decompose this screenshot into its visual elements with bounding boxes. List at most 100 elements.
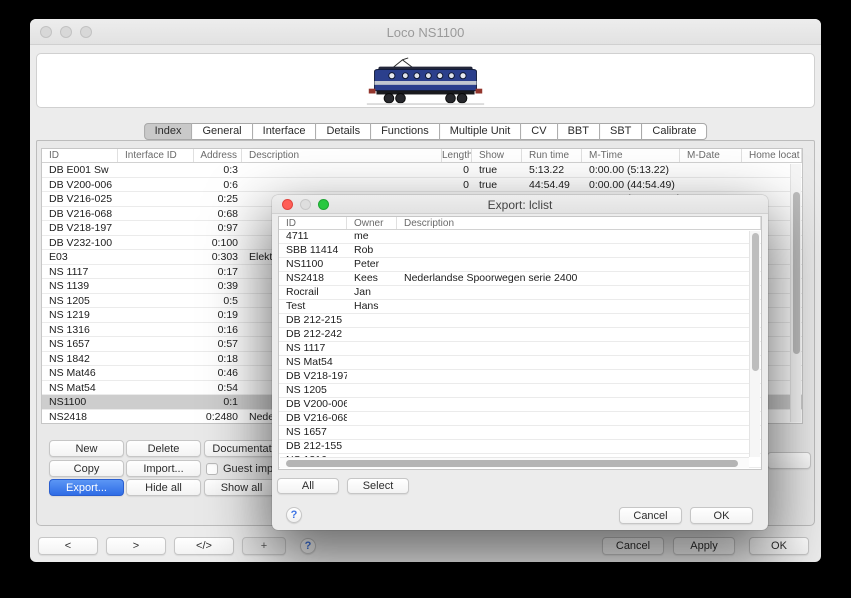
- table-row[interactable]: DB 212-155: [279, 440, 761, 454]
- table-row[interactable]: NS 1117: [279, 342, 761, 356]
- table-cell: NS 1219: [42, 308, 118, 322]
- hide-all-button[interactable]: Hide all: [126, 479, 201, 496]
- table-cell: [347, 356, 397, 369]
- column-header[interactable]: Run time: [522, 149, 582, 162]
- table-row[interactable]: RocrailJan: [279, 286, 761, 300]
- select-button[interactable]: Select: [347, 478, 409, 494]
- export-table-header: IDOwnerDescription: [279, 217, 761, 230]
- dialog-hscrollbar[interactable]: [280, 457, 749, 468]
- column-header[interactable]: Home locat: [742, 149, 802, 162]
- prev-loco-button[interactable]: <: [38, 537, 98, 555]
- dialog-vscrollbar[interactable]: [749, 231, 760, 457]
- main-apply-button[interactable]: Apply: [673, 537, 735, 555]
- column-header[interactable]: Interface ID: [118, 149, 194, 162]
- guest-import-checkbox[interactable]: [206, 463, 218, 475]
- table-row[interactable]: NS 1205: [279, 384, 761, 398]
- tab-functions[interactable]: Functions: [370, 123, 440, 140]
- table-row[interactable]: 4711me: [279, 230, 761, 244]
- loco-table-vscrollbar[interactable]: [790, 164, 801, 422]
- dialog-vscroll-thumb[interactable]: [752, 233, 759, 371]
- show-all-button[interactable]: Show all: [204, 479, 279, 496]
- new-button[interactable]: New: [49, 440, 124, 457]
- main-titlebar[interactable]: Loco NS1100: [30, 19, 821, 45]
- table-row[interactable]: NS Mat54: [279, 356, 761, 370]
- table-row[interactable]: DB E001 Sw0:30true5:13.220:00.00 (5:13.2…: [42, 163, 802, 178]
- column-header[interactable]: Show: [472, 149, 522, 162]
- next-loco-button[interactable]: >: [106, 537, 166, 555]
- table-cell: [397, 258, 761, 271]
- tab-general[interactable]: General: [191, 123, 252, 140]
- tab-multiple-unit[interactable]: Multiple Unit: [439, 123, 522, 140]
- select-all-button[interactable]: All: [277, 478, 339, 494]
- table-cell: 0:100: [194, 236, 242, 250]
- table-cell: [118, 410, 194, 424]
- table-row[interactable]: NS1100Peter: [279, 258, 761, 272]
- dialog-titlebar[interactable]: Export: lclist: [272, 195, 768, 214]
- tab-index[interactable]: Index: [144, 123, 193, 140]
- main-ok-button[interactable]: OK: [749, 537, 809, 555]
- add-button[interactable]: +: [242, 537, 286, 555]
- table-row[interactable]: SBB 11414Rob: [279, 244, 761, 258]
- table-cell: 0: [442, 178, 472, 192]
- table-cell: DB E001 Sw: [42, 163, 118, 177]
- table-cell: [242, 163, 442, 177]
- window-title: Loco NS1100: [30, 25, 821, 40]
- table-row[interactable]: DB V200-006: [279, 398, 761, 412]
- table-cell: NS Mat54: [279, 356, 347, 369]
- obscured-button[interactable]: [767, 452, 811, 469]
- table-cell: [118, 192, 194, 206]
- main-cancel-button[interactable]: Cancel: [602, 537, 664, 555]
- import-button[interactable]: Import...: [126, 460, 201, 477]
- table-cell: Hans: [347, 300, 397, 313]
- copy-button[interactable]: Copy: [49, 460, 124, 477]
- table-row[interactable]: NS 1657: [279, 426, 761, 440]
- table-cell: Test: [279, 300, 347, 313]
- column-header[interactable]: Description: [397, 217, 761, 229]
- column-header[interactable]: M-Time: [582, 149, 680, 162]
- column-header[interactable]: ID: [42, 149, 118, 162]
- table-cell: [347, 314, 397, 327]
- xml-view-button[interactable]: </>: [174, 537, 234, 555]
- table-cell: 0:00.00 (5:13.22): [582, 163, 680, 177]
- table-cell: [118, 337, 194, 351]
- export-dialog: Export: lclist IDOwnerDescription 4711me…: [272, 195, 768, 530]
- tab-details[interactable]: Details: [315, 123, 371, 140]
- column-header[interactable]: M-Date: [680, 149, 742, 162]
- table-row[interactable]: DB 212-242: [279, 328, 761, 342]
- column-header[interactable]: Owner: [347, 217, 397, 229]
- column-header[interactable]: Address: [194, 149, 242, 162]
- dialog-ok-button[interactable]: OK: [690, 507, 753, 524]
- tab-bbt[interactable]: BBT: [557, 123, 600, 140]
- tab-cv[interactable]: CV: [520, 123, 557, 140]
- dialog-help-button[interactable]: ?: [286, 507, 302, 523]
- vscroll-thumb[interactable]: [793, 192, 800, 354]
- dialog-cancel-button[interactable]: Cancel: [619, 507, 682, 524]
- table-cell: [118, 265, 194, 279]
- table-row[interactable]: DB 212-215: [279, 314, 761, 328]
- table-cell: DB V216-068: [279, 412, 347, 425]
- table-cell: 0:19: [194, 308, 242, 322]
- table-cell: true: [472, 163, 522, 177]
- tab-sbt[interactable]: SBT: [599, 123, 642, 140]
- table-row[interactable]: TestHans: [279, 300, 761, 314]
- table-row[interactable]: DB V200-0060:60true44:54.490:00.00 (44:5…: [42, 178, 802, 193]
- column-header[interactable]: ID: [279, 217, 347, 229]
- dialog-hscroll-thumb[interactable]: [286, 460, 738, 467]
- table-row[interactable]: DB V216-068: [279, 412, 761, 426]
- table-row[interactable]: DB V218-197: [279, 370, 761, 384]
- tab-interface[interactable]: Interface: [252, 123, 317, 140]
- column-header[interactable]: Description: [242, 149, 442, 162]
- delete-button[interactable]: Delete: [126, 440, 201, 457]
- table-cell: [397, 314, 761, 327]
- table-cell: [397, 356, 761, 369]
- table-cell: [118, 250, 194, 264]
- table-row[interactable]: NS2418KeesNederlandse Spoorwegen serie 2…: [279, 272, 761, 286]
- help-button[interactable]: ?: [300, 538, 316, 554]
- table-cell: [680, 163, 742, 177]
- table-cell: 0:00.00 (44:54.49): [582, 178, 680, 192]
- table-cell: [347, 342, 397, 355]
- table-cell: SBB 11414: [279, 244, 347, 257]
- export-button[interactable]: Export...: [49, 479, 124, 496]
- tab-calibrate[interactable]: Calibrate: [641, 123, 707, 140]
- column-header[interactable]: Length: [442, 149, 472, 162]
